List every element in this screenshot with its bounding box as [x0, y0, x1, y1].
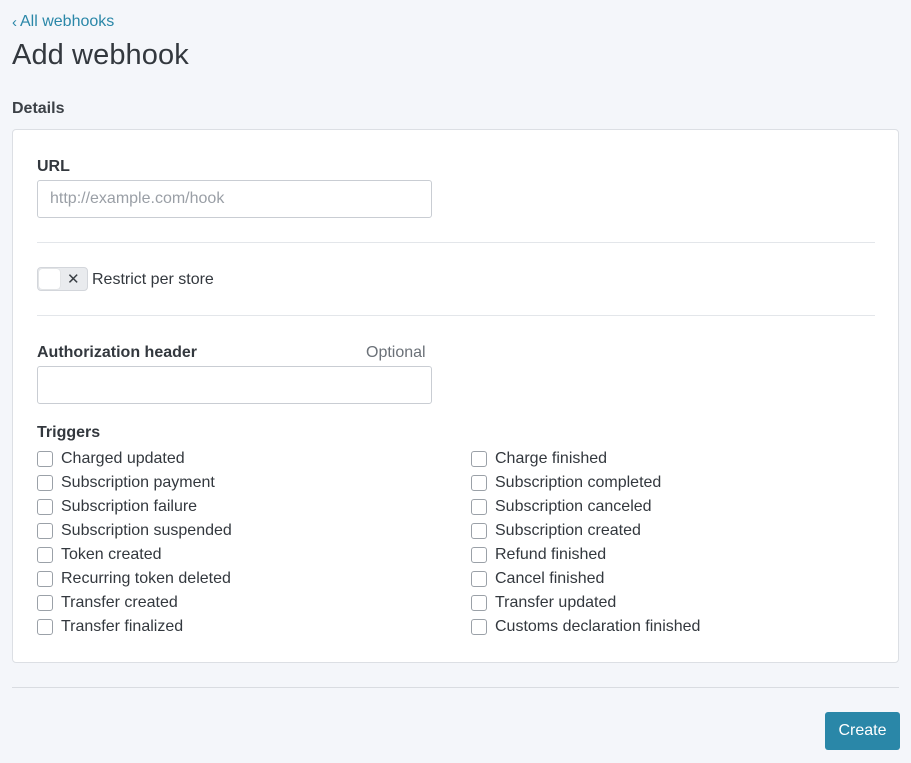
checkbox-icon[interactable]	[471, 451, 487, 467]
trigger-checkbox-item[interactable]: Cancel finished	[471, 569, 604, 589]
trigger-checkbox-item[interactable]: Transfer updated	[471, 593, 616, 613]
trigger-checkbox-item[interactable]: Refund finished	[471, 545, 606, 565]
trigger-label: Transfer updated	[495, 594, 617, 611]
checkbox-icon[interactable]	[37, 451, 53, 467]
trigger-label: Transfer created	[61, 594, 178, 611]
trigger-checkbox-item[interactable]: Token created	[37, 545, 162, 565]
trigger-label: Subscription canceled	[495, 498, 652, 515]
trigger-label: Subscription suspended	[61, 522, 232, 539]
trigger-label: Refund finished	[495, 546, 607, 563]
checkbox-icon[interactable]	[37, 547, 53, 563]
trigger-checkbox-item[interactable]: Subscription completed	[471, 473, 661, 493]
checkbox-icon[interactable]	[37, 523, 53, 539]
trigger-checkbox-item[interactable]: Subscription failure	[37, 497, 197, 517]
back-to-webhooks-link[interactable]: ‹ All webhooks	[12, 13, 114, 31]
checkbox-icon[interactable]	[37, 619, 53, 635]
checkbox-icon[interactable]	[37, 499, 53, 515]
trigger-label: Subscription payment	[61, 474, 215, 491]
trigger-label: Subscription failure	[61, 498, 198, 515]
x-icon: ✕	[67, 271, 80, 288]
checkbox-icon[interactable]	[471, 499, 487, 515]
trigger-label: Charged updated	[61, 450, 185, 467]
trigger-checkbox-item[interactable]: Transfer created	[37, 593, 178, 613]
restrict-per-store-label: Restrict per store	[92, 271, 214, 288]
triggers-title: Triggers	[37, 424, 101, 441]
trigger-checkbox-item[interactable]: Customs declaration finished	[471, 617, 700, 637]
checkbox-icon[interactable]	[471, 475, 487, 491]
trigger-label: Transfer finalized	[61, 618, 184, 635]
create-button[interactable]: Create	[825, 712, 900, 750]
toggle-knob	[39, 269, 60, 289]
details-section-label: Details	[12, 100, 65, 117]
checkbox-icon[interactable]	[37, 571, 53, 587]
add-webhook-page: ‹ All webhooks Add webhook Details URL ✕…	[0, 0, 911, 763]
trigger-label: Charge finished	[495, 450, 608, 467]
details-card: URL ✕ Restrict per store Authorization h…	[12, 129, 899, 663]
back-link-label: All webhooks	[20, 13, 115, 30]
authorization-header-input[interactable]	[37, 366, 432, 404]
trigger-checkbox-item[interactable]: Charged updated	[37, 449, 185, 469]
trigger-checkbox-item[interactable]: Subscription canceled	[471, 497, 652, 517]
footer-divider	[12, 687, 899, 688]
url-input[interactable]	[37, 180, 432, 218]
trigger-checkbox-item[interactable]: Subscription payment	[37, 473, 215, 493]
checkbox-icon[interactable]	[471, 619, 487, 635]
authorization-header-label: Authorization header	[37, 344, 198, 361]
chevron-left-icon: ‹	[12, 13, 17, 31]
trigger-label: Subscription created	[495, 522, 641, 539]
divider	[37, 242, 875, 243]
optional-label: Optional	[366, 344, 426, 361]
trigger-checkbox-item[interactable]: Transfer finalized	[37, 617, 183, 637]
trigger-checkbox-item[interactable]: Subscription created	[471, 521, 641, 541]
checkbox-icon[interactable]	[37, 475, 53, 491]
trigger-checkbox-item[interactable]: Subscription suspended	[37, 521, 232, 541]
checkbox-icon[interactable]	[37, 595, 53, 611]
restrict-per-store-toggle[interactable]: ✕	[37, 267, 88, 291]
checkbox-icon[interactable]	[471, 523, 487, 539]
checkbox-icon[interactable]	[471, 547, 487, 563]
url-label: URL	[37, 158, 70, 175]
trigger-label: Recurring token deleted	[61, 570, 231, 587]
trigger-checkbox-item[interactable]: Charge finished	[471, 449, 607, 469]
checkbox-icon[interactable]	[471, 595, 487, 611]
trigger-label: Subscription completed	[495, 474, 662, 491]
trigger-label: Token created	[61, 546, 162, 563]
divider	[37, 315, 875, 316]
trigger-label: Customs declaration finished	[495, 618, 701, 635]
page-title: Add webhook	[12, 39, 189, 71]
trigger-label: Cancel finished	[495, 570, 605, 587]
checkbox-icon[interactable]	[471, 571, 487, 587]
trigger-checkbox-item[interactable]: Recurring token deleted	[37, 569, 231, 589]
